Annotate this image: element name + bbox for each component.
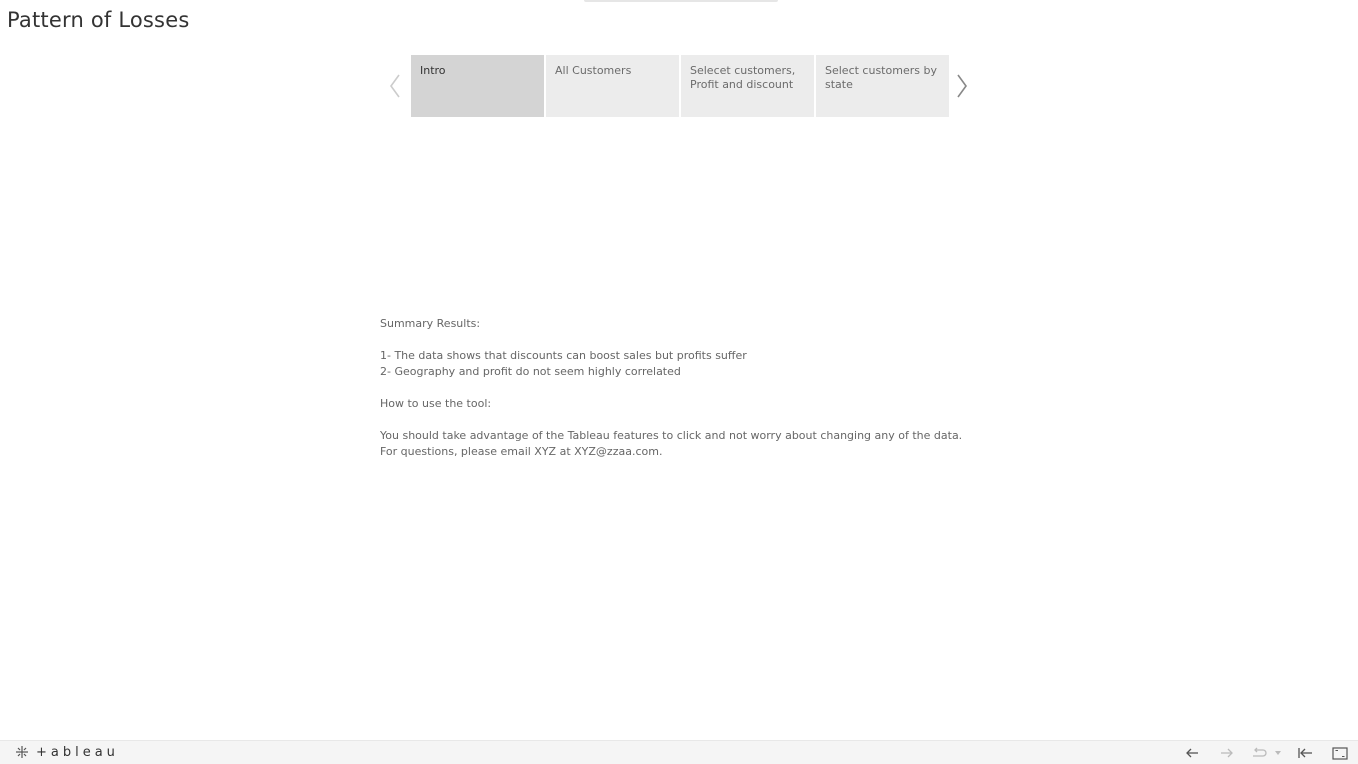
summary-point-1: 1- The data shows that discounts can boo…: [380, 349, 747, 362]
redo-icon: [1221, 748, 1233, 758]
dropdown-icon: [1275, 751, 1281, 755]
top-notch: [584, 0, 778, 2]
story-point-label: All Customers: [555, 64, 632, 77]
revert-all-button[interactable]: [1296, 744, 1314, 762]
revert-icon: [1253, 747, 1267, 757]
undo-button[interactable]: [1183, 744, 1201, 762]
chevron-right-icon: [957, 74, 967, 98]
revert-button[interactable]: [1250, 744, 1268, 762]
howto-line-1: You should take advantage of the Tableau…: [380, 429, 963, 442]
tableau-wordmark: +ableau: [36, 744, 119, 760]
story-title: Pattern of Losses: [7, 8, 190, 32]
undo-icon: [1186, 748, 1198, 758]
story-navigator: Intro All Customers Selecet customers, P…: [411, 55, 949, 117]
tableau-brand[interactable]: +ableau: [14, 744, 119, 760]
story-point-label: Intro: [420, 64, 446, 77]
summary-point-2: 2- Geography and profit do not seem high…: [380, 365, 681, 378]
howto-heading: How to use the tool:: [380, 397, 492, 410]
story-point-label: Selecet customers, Profit and discount: [690, 64, 796, 91]
fullscreen-button[interactable]: [1331, 744, 1349, 762]
chevron-left-icon: [390, 74, 400, 98]
howto-line-2: For questions, please email XYZ at XYZ@z…: [380, 445, 663, 458]
tableau-logo-icon: [16, 746, 28, 758]
story-point-by-state[interactable]: Select customers by state: [816, 55, 949, 117]
fullscreen-icon: [1332, 746, 1348, 760]
story-point-profit-discount[interactable]: Selecet customers, Profit and discount: [681, 55, 814, 117]
previous-story-point-button[interactable]: [386, 70, 404, 102]
summary-text-box: Summary Results: 1- The data shows that …: [380, 316, 963, 460]
next-story-point-button[interactable]: [953, 70, 971, 102]
story-point-label: Select customers by state: [825, 64, 937, 91]
bottom-toolbar: +ableau: [0, 740, 1358, 764]
revert-dropdown-button[interactable]: [1272, 744, 1284, 762]
story-point-intro[interactable]: Intro: [411, 55, 544, 117]
summary-heading: Summary Results:: [380, 317, 481, 330]
story-point-all-customers[interactable]: All Customers: [546, 55, 679, 117]
redo-button[interactable]: [1218, 744, 1236, 762]
revert-all-icon: [1298, 748, 1312, 758]
